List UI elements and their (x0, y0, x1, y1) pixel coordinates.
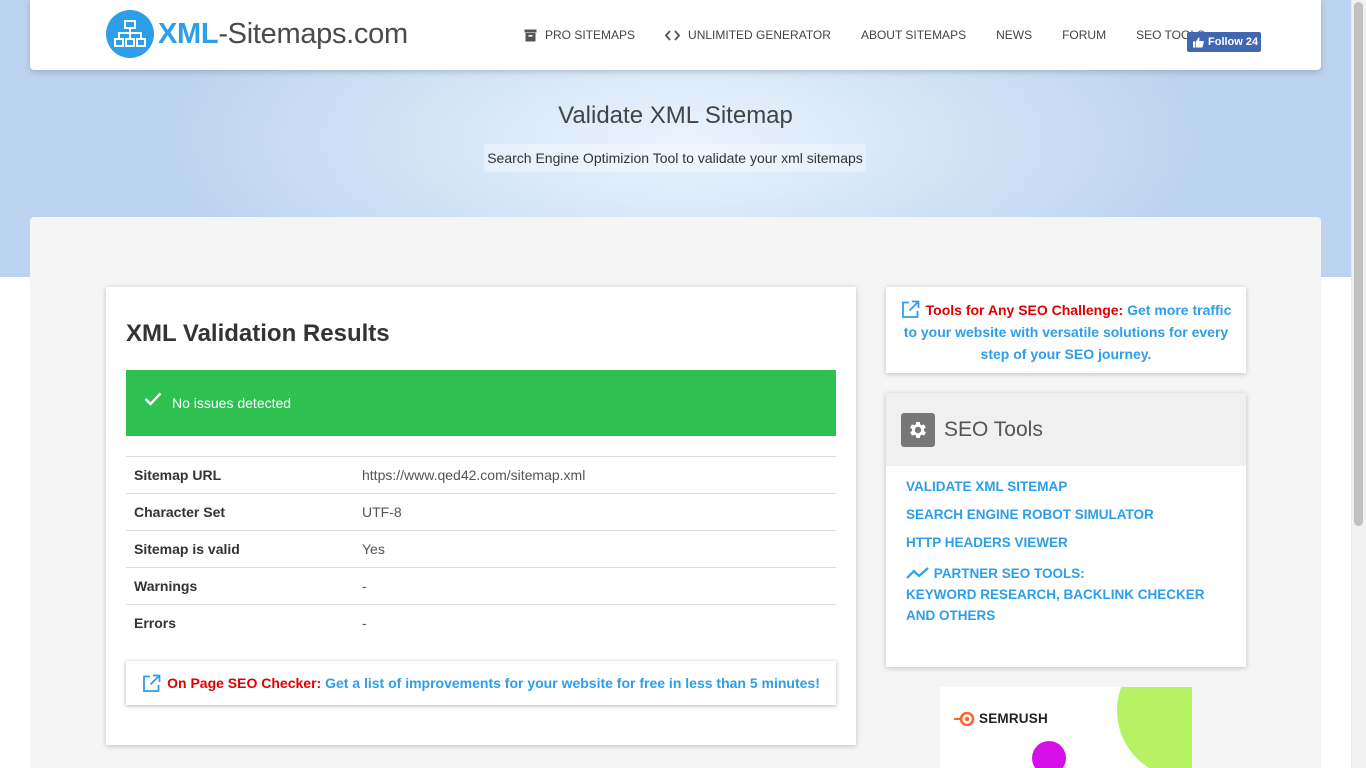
gear-icon (901, 412, 935, 447)
archive-icon (524, 29, 537, 42)
table-row: Errors - (126, 604, 836, 642)
onpage-link-text: Get a list of improvements for your webs… (325, 675, 820, 691)
tool-link-partner-seo-tools[interactable]: PARTNER SEO TOOLS: KEYWORD RESEARCH, BAC… (906, 563, 1226, 626)
tool-link-http-headers-viewer[interactable]: HTTP HEADERS VIEWER (906, 535, 1226, 550)
promo-label: Tools for Any SEO Challenge: (925, 302, 1124, 318)
facebook-follow-button[interactable]: Follow 24 (1187, 32, 1261, 52)
status-text: No issues detected (172, 395, 292, 411)
external-link-icon (901, 300, 920, 319)
nav-about-sitemaps[interactable]: ABOUT SITEMAPS (861, 28, 966, 42)
logo-text: XML-Sitemaps.com (158, 17, 408, 50)
success-alert: No issues detected (126, 370, 836, 436)
row-value: UTF-8 (354, 493, 836, 531)
code-icon (665, 29, 681, 41)
partner-label: PARTNER SEO TOOLS: (933, 566, 1085, 581)
row-key: Character Set (126, 493, 354, 531)
row-value: https://www.qed42.com/sitemap.xml (354, 456, 836, 494)
onpage-label: On Page SEO Checker: (167, 675, 322, 691)
seo-tools-title: SEO Tools (944, 417, 1043, 441)
semrush-ad[interactable]: SEMRUSH (940, 687, 1192, 768)
scrollbar-thumb[interactable] (1354, 2, 1363, 526)
tool-link-validate-xml-sitemap[interactable]: VALIDATE XML SITEMAP (906, 479, 1226, 494)
seo-tools-list: VALIDATE XML SITEMAP SEARCH ENGINE ROBOT… (886, 466, 1246, 626)
row-key: Sitemap URL (126, 456, 354, 494)
ad-decoration-pink-circle (1032, 741, 1066, 768)
site-header: XML-Sitemaps.com PRO SITEMAPS UNLIMITED … (30, 0, 1321, 70)
nav-unlimited-generator[interactable]: UNLIMITED GENERATOR (665, 28, 831, 42)
row-key: Errors (126, 604, 354, 642)
row-key: Warnings (126, 567, 354, 605)
row-value: Yes (354, 530, 836, 568)
ad-decoration-green-circle (1117, 687, 1192, 768)
site-logo[interactable]: XML-Sitemaps.com (106, 10, 408, 58)
results-title: XML Validation Results (126, 320, 390, 347)
row-value: - (354, 604, 836, 642)
onpage-seo-checker-link[interactable]: On Page SEO Checker: Get a list of impro… (126, 661, 836, 705)
seo-challenge-promo[interactable]: Tools for Any SEO Challenge: Get more tr… (886, 287, 1246, 373)
nav-news[interactable]: NEWS (996, 28, 1032, 42)
main-nav: PRO SITEMAPS UNLIMITED GENERATOR ABOUT S… (524, 0, 1235, 70)
tool-link-robot-simulator[interactable]: SEARCH ENGINE ROBOT SIMULATOR (906, 507, 1226, 522)
table-row: Warnings - (126, 567, 836, 605)
partner-text: KEYWORD RESEARCH, BACKLINK CHECKER AND O… (906, 587, 1205, 623)
nav-label: UNLIMITED GENERATOR (688, 28, 831, 42)
nav-forum[interactable]: FORUM (1062, 28, 1106, 42)
row-key: Sitemap is valid (126, 530, 354, 568)
nav-pro-sitemaps[interactable]: PRO SITEMAPS (524, 28, 635, 42)
table-row: Sitemap is valid Yes (126, 530, 836, 568)
external-link-icon (142, 674, 161, 693)
table-row: Sitemap URL https://www.qed42.com/sitemap… (126, 456, 836, 494)
check-icon (144, 392, 162, 409)
nav-label: NEWS (996, 28, 1033, 42)
semrush-brand-text: SEMRUSH (979, 711, 1048, 726)
thumbs-up-icon (1193, 37, 1204, 48)
sitemap-icon (106, 10, 154, 58)
page-title: Validate XML Sitemap (558, 102, 793, 129)
validation-results-card: XML Validation Results No issues detecte… (106, 287, 856, 745)
nav-label: PRO SITEMAPS (545, 28, 636, 42)
page-subtitle: Search Engine Optimizion Tool to validat… (484, 144, 866, 172)
nav-label: ABOUT SITEMAPS (860, 28, 967, 42)
semrush-flame-icon (952, 711, 976, 726)
facebook-follow-label: Follow 24 (1208, 36, 1259, 48)
results-table: Sitemap URL https://www.qed42.com/sitemap… (126, 456, 836, 642)
table-row: Character Set UTF-8 (126, 493, 836, 531)
row-value: - (354, 567, 836, 605)
seo-tools-header: SEO Tools (886, 393, 1246, 466)
nav-label: FORUM (1062, 28, 1107, 42)
seo-tools-widget: SEO Tools VALIDATE XML SITEMAP SEARCH EN… (886, 393, 1246, 667)
trend-line-icon (906, 566, 930, 580)
vertical-scrollbar[interactable] (1351, 0, 1366, 768)
semrush-logo: SEMRUSH (952, 711, 1048, 726)
